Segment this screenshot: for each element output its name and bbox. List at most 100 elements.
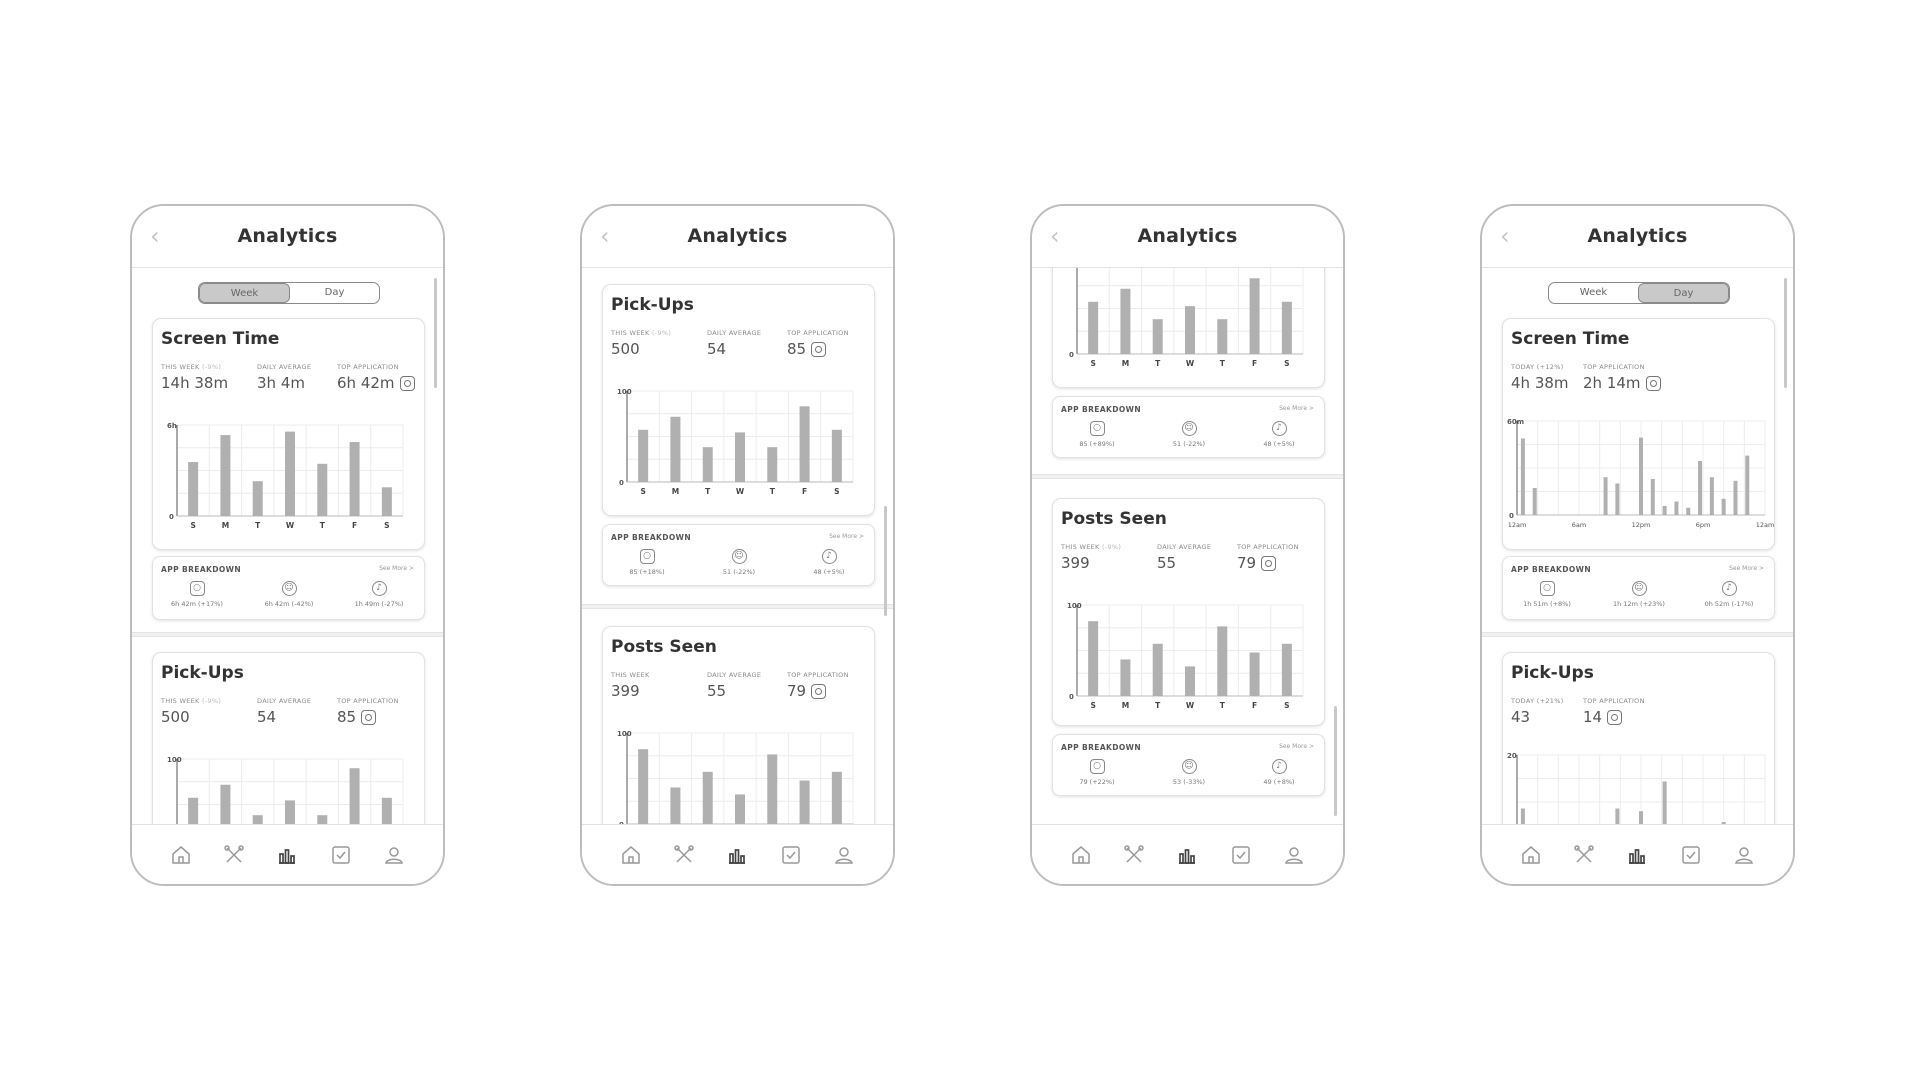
content[interactable]: Pick-Ups THIS WEEK (-9%) 500 DAILY AVERA… bbox=[582, 268, 893, 824]
x-tick-label: S bbox=[1284, 701, 1289, 710]
stat-daily-average: DAILY AVERAGE 55 bbox=[1157, 543, 1211, 572]
stat-pct: (+21%) bbox=[1536, 697, 1564, 705]
y-tick-label: 100 bbox=[1067, 602, 1082, 610]
chart-bar bbox=[1120, 288, 1131, 354]
card-title: Pick-Ups bbox=[1511, 663, 1594, 683]
chart-bar bbox=[1249, 278, 1260, 354]
y-tick-label: 0 bbox=[619, 479, 624, 487]
x-tick-label: S bbox=[190, 521, 195, 530]
breakdown-value: 6h 42m (+17%) bbox=[171, 600, 223, 608]
week-tab[interactable]: Week bbox=[199, 283, 290, 303]
tools-icon[interactable] bbox=[672, 843, 696, 867]
content[interactable]: 0 S M T W T F S APP BREAKDOWN See More > ○ 85 (+… bbox=[1032, 268, 1343, 824]
section-divider bbox=[1482, 632, 1793, 637]
chart-bar bbox=[1639, 437, 1643, 515]
see-more-link[interactable]: See More > bbox=[379, 565, 414, 572]
see-more-link[interactable]: See More > bbox=[1729, 565, 1764, 572]
chart-bar bbox=[1698, 461, 1703, 515]
tools-icon[interactable] bbox=[1572, 843, 1596, 867]
tasks-icon[interactable] bbox=[779, 843, 803, 867]
home-icon[interactable] bbox=[169, 843, 193, 867]
day-tab[interactable]: Day bbox=[290, 283, 379, 303]
breakdown-item-instagram: ○ 85 (+89%) bbox=[1057, 421, 1137, 448]
stat-top-application: TOP APPLICATION 6h 42m bbox=[337, 363, 415, 392]
tools-icon[interactable] bbox=[222, 843, 246, 867]
content[interactable]: Week Day Screen Time THIS WEEK (-9%) 14h… bbox=[132, 268, 443, 824]
home-icon[interactable] bbox=[1069, 843, 1093, 867]
stat-label: THIS WEEK bbox=[161, 697, 200, 705]
instagram-icon bbox=[1607, 709, 1623, 725]
stat-value: 85 bbox=[337, 708, 357, 726]
stat-pct: (-9%) bbox=[201, 363, 222, 371]
instagram-icon bbox=[1261, 555, 1277, 571]
bottom-nav bbox=[582, 824, 893, 884]
x-tick-label: S bbox=[834, 487, 839, 496]
stat-value: 55 bbox=[707, 682, 727, 700]
profile-icon[interactable] bbox=[1282, 843, 1306, 867]
page-title: Analytics bbox=[687, 225, 788, 247]
home-icon[interactable] bbox=[619, 843, 643, 867]
chart-bar bbox=[1709, 477, 1714, 515]
week-tab[interactable]: Week bbox=[1549, 283, 1638, 303]
chart-bar bbox=[1674, 501, 1679, 515]
chart-bar bbox=[349, 768, 360, 824]
chart-bar bbox=[1603, 477, 1608, 515]
profile-icon[interactable] bbox=[832, 843, 856, 867]
stat-label: THIS WEEK bbox=[611, 671, 650, 679]
analytics-icon[interactable] bbox=[1175, 843, 1199, 867]
analytics-icon[interactable] bbox=[275, 843, 299, 867]
stat-label: DAILY AVERAGE bbox=[707, 329, 762, 337]
x-tick-label: S bbox=[1284, 359, 1289, 368]
x-tick-label: T bbox=[705, 487, 711, 496]
scrollbar[interactable] bbox=[434, 278, 437, 388]
header: ‹ Analytics bbox=[1032, 206, 1343, 268]
breakdown-item-instagram: ○ 1h 51m (+8%) bbox=[1507, 581, 1587, 608]
see-more-link[interactable]: See More > bbox=[1279, 405, 1314, 412]
instagram-icon bbox=[399, 375, 415, 391]
header: ‹ Analytics bbox=[582, 206, 893, 268]
scrollbar[interactable] bbox=[1784, 278, 1787, 388]
reddit-icon: ☺ bbox=[731, 549, 747, 564]
breakdown-value: 53 (-33%) bbox=[1172, 778, 1206, 786]
scrollbar[interactable] bbox=[884, 506, 887, 616]
breakdown-value: 85 (+18%) bbox=[629, 568, 665, 576]
chart-bar bbox=[1721, 498, 1726, 515]
tasks-icon[interactable] bbox=[329, 843, 353, 867]
tiktok-icon: ♪ bbox=[1721, 581, 1737, 596]
chart-bar bbox=[1662, 781, 1667, 824]
stat-daily-average: DAILY AVERAGE 54 bbox=[707, 329, 761, 358]
profile-icon[interactable] bbox=[382, 843, 406, 867]
stat-label: DAILY AVERAGE bbox=[1157, 543, 1212, 551]
scrollbar[interactable] bbox=[1334, 706, 1337, 816]
content[interactable]: Week Day Screen Time TODAY (+12%) 4h 38m… bbox=[1482, 268, 1793, 824]
breakdown-value: 1h 49m (-27%) bbox=[354, 600, 404, 608]
home-icon[interactable] bbox=[1519, 843, 1543, 867]
reddit-icon: ☺ bbox=[1181, 759, 1197, 774]
x-tick-label: T bbox=[1155, 359, 1161, 368]
x-tick-label: W bbox=[1186, 701, 1195, 710]
instagram-icon bbox=[811, 683, 827, 699]
stat-label: THIS WEEK bbox=[1061, 543, 1100, 551]
stat-pct: (-9%) bbox=[201, 697, 222, 705]
analytics-icon[interactable] bbox=[1625, 843, 1649, 867]
card-title: Pick-Ups bbox=[611, 295, 694, 315]
pick-ups-chart: 100 0 S M T W T F S bbox=[617, 388, 854, 496]
chart-bar bbox=[1662, 506, 1667, 515]
stat-label: TOP APPLICATION bbox=[787, 329, 849, 337]
see-more-link[interactable]: See More > bbox=[1279, 743, 1314, 750]
posts-seen-chart: 100 0 S M T W T F S bbox=[1067, 602, 1304, 710]
tasks-icon[interactable] bbox=[1229, 843, 1253, 867]
tools-icon[interactable] bbox=[1122, 843, 1146, 867]
day-tab[interactable]: Day bbox=[1638, 283, 1729, 303]
stat-label: DAILY AVERAGE bbox=[707, 671, 762, 679]
header: ‹ Analytics bbox=[132, 206, 443, 268]
x-tick-label: F bbox=[1252, 701, 1257, 710]
breakdown-item-instagram: ○ 6h 42m (+17%) bbox=[157, 581, 237, 608]
profile-icon[interactable] bbox=[1732, 843, 1756, 867]
stat-top-application: TOP APPLICATION 79 bbox=[1237, 543, 1299, 572]
analytics-icon[interactable] bbox=[725, 843, 749, 867]
y-tick-label: 100 bbox=[617, 388, 632, 396]
see-more-link[interactable]: See More > bbox=[829, 533, 864, 540]
stat-top-application: TOP APPLICATION 85 bbox=[787, 329, 849, 358]
tasks-icon[interactable] bbox=[1679, 843, 1703, 867]
